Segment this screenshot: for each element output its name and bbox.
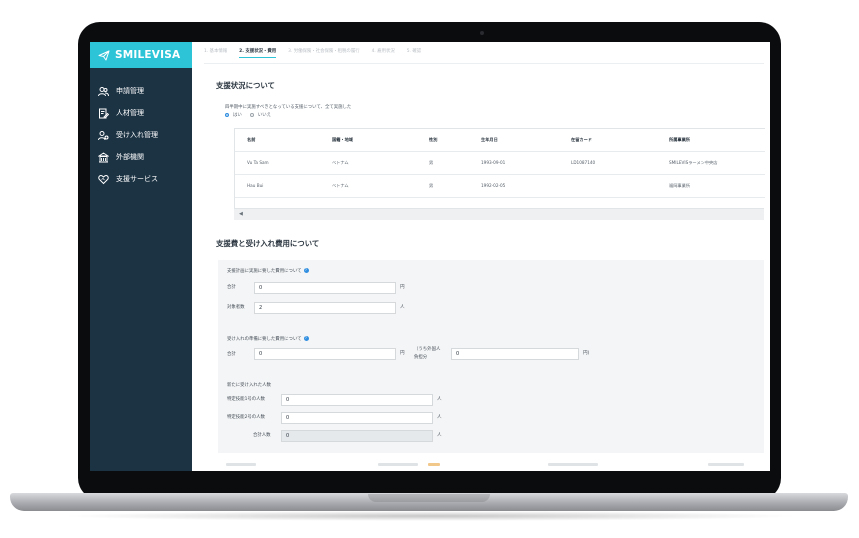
cell-nationality: ベトナム <box>332 183 349 188</box>
cell-birthdate: 1993-09-01 <box>481 160 506 165</box>
col-birthdate: 生年月日 <box>481 137 498 142</box>
sidebar-item-talent[interactable]: 人材管理 <box>90 102 192 124</box>
col-nationality: 国籍・地域 <box>332 137 353 142</box>
target-count-input[interactable]: 2 <box>254 302 396 314</box>
skill2-count-label: 特定技能2号の人数 <box>227 415 265 420</box>
step-tabs: 1. 基本情報 2. 支援状況・費用 3. 労働保険・社会保険・租税の履行 4.… <box>204 48 421 58</box>
acceptance-cost-heading: 受け入れの準備に要した費用について? <box>227 336 309 342</box>
step-insurance-tax[interactable]: 3. 労働保険・社会保険・租税の履行 <box>288 48 359 58</box>
step-employment[interactable]: 4. 雇用状況 <box>372 48 395 58</box>
laptop-shadow <box>60 511 800 521</box>
support-question: 四半期中に実施すべきとなっている支援について、全て実施した <box>225 105 352 110</box>
app-logo[interactable]: SMILEVISA <box>90 42 192 68</box>
cell-name: Hau Bui <box>247 183 264 188</box>
costs-panel: 支援計画に実施に要した費用について? 合計 0 円 対象者数 2 人 受け入れの… <box>218 260 764 453</box>
skill2-count-input[interactable]: 0 <box>281 412 433 424</box>
step-basic-info[interactable]: 1. 基本情報 <box>204 48 227 58</box>
sidebar-item-label: 受け入れ管理 <box>116 131 158 139</box>
support-radio-group: はい いいえ <box>225 112 271 118</box>
cell-birthdate: 1992-02-05 <box>481 183 506 188</box>
sidebar-menu: 申請管理 人材管理 受け入れ管理 外部機関 支援サービス <box>90 68 192 190</box>
foreign-share-label-2: 負担分 <box>414 355 428 360</box>
cell-office: SMILEVISラーメン中央店 <box>669 160 718 165</box>
step-confirm[interactable]: 5. 確認 <box>407 48 421 58</box>
sidebar-item-external[interactable]: 外部機関 <box>90 146 192 168</box>
sidebar-item-label: 人材管理 <box>116 109 144 117</box>
app-name: SMILEVISA <box>115 49 181 61</box>
costs-title: 支援費と受け入れ費用について <box>216 239 320 248</box>
foreign-share-label-1: （うち外国人 <box>414 347 441 352</box>
sidebar: SMILEVISA 申請管理 人材管理 受け入れ管理 外部機関 支援サービス <box>90 42 192 471</box>
acceptance-total-unit: 円 <box>400 351 405 356</box>
foreign-share-input[interactable]: 0 <box>451 348 579 360</box>
target-count-label: 対象者数 <box>227 305 245 310</box>
scroll-left-icon[interactable]: ◀ <box>239 211 243 217</box>
sidebar-item-applications[interactable]: 申請管理 <box>90 80 192 102</box>
support-status-title: 支援状況について <box>216 81 275 90</box>
cell-residence-card: LD1087140 <box>571 160 596 165</box>
skill1-count-label: 特定技能1号の人数 <box>227 397 265 402</box>
skill2-count-unit: 人 <box>437 415 442 420</box>
support-cost-label: 支援計画に実施に要した費用について <box>227 269 302 274</box>
table-horizontal-scrollbar[interactable]: ◀ <box>234 208 764 220</box>
laptop-base-notch <box>368 494 490 502</box>
support-cost-heading: 支援計画に実施に要した費用について? <box>227 268 309 274</box>
acceptance-total-label: 合計 <box>227 352 236 357</box>
user-add-icon <box>98 130 109 141</box>
support-cost-total-unit: 円 <box>400 285 405 290</box>
building-icon <box>98 151 109 163</box>
help-icon[interactable]: ? <box>303 336 309 341</box>
total-count-label: 合計人数 <box>253 433 271 438</box>
support-cost-total-input[interactable]: 0 <box>254 282 396 294</box>
skill1-count-input[interactable]: 0 <box>281 394 433 406</box>
acceptance-total-input[interactable]: 0 <box>254 348 396 360</box>
cell-nationality: ベトナム <box>332 160 349 165</box>
radio-yes[interactable] <box>225 113 229 117</box>
people-icon <box>98 86 109 97</box>
cell-gender: 男 <box>429 160 434 165</box>
paper-plane-icon <box>98 50 110 60</box>
sidebar-item-support-services[interactable]: 支援サービス <box>90 168 192 190</box>
skill1-count-unit: 人 <box>437 397 442 402</box>
sidebar-item-label: 外部機関 <box>116 153 144 161</box>
sidebar-item-label: 支援サービス <box>116 175 158 183</box>
app-screen: SMILEVISA 申請管理 人材管理 受け入れ管理 外部機関 支援サービス 1… <box>90 42 770 471</box>
target-count-unit: 人 <box>400 305 405 310</box>
total-count-input: 0 <box>281 430 433 442</box>
col-office: 所属事業所 <box>669 137 690 142</box>
personnel-table: 名前 国籍・地域 性別 生年月日 在留カード 所属事業所 Vu Ta Sam ベ… <box>234 128 765 219</box>
sidebar-item-acceptance[interactable]: 受け入れ管理 <box>90 124 192 146</box>
radio-no[interactable] <box>249 113 254 117</box>
sidebar-item-label: 申請管理 <box>116 87 144 95</box>
help-icon[interactable]: ? <box>303 268 309 273</box>
step-tabs-divider <box>204 63 764 64</box>
cell-gender: 男 <box>429 183 434 188</box>
heart-handshake-icon <box>98 174 109 185</box>
acceptance-cost-label: 受け入れの準備に要した費用について <box>227 337 302 342</box>
main-content: 1. 基本情報 2. 支援状況・費用 3. 労働保険・社会保険・租税の履行 4.… <box>192 42 770 471</box>
support-cost-total-label: 合計 <box>227 285 236 290</box>
new-accepted-heading: 新たに受け入れた人数 <box>227 383 271 388</box>
table-header-row: 名前 国籍・地域 性別 生年月日 在留カード 所属事業所 <box>235 129 765 152</box>
table-row[interactable]: Hau Bui ベトナム 男 1992-02-05 福岡事業所 <box>235 175 765 198</box>
col-gender: 性別 <box>429 137 438 142</box>
cell-name: Vu Ta Sam <box>247 160 269 165</box>
document-edit-icon <box>98 108 109 119</box>
radio-yes-label: はい <box>233 113 242 118</box>
cell-office: 福岡事業所 <box>669 183 690 188</box>
col-residence-card: 在留カード <box>571 137 592 142</box>
bottom-faint-content <box>218 463 764 466</box>
radio-no-label: いいえ <box>257 113 271 118</box>
foreign-share-unit: 円) <box>583 351 590 356</box>
camera-dot <box>480 31 484 35</box>
col-name: 名前 <box>247 137 256 142</box>
table-row[interactable]: Vu Ta Sam ベトナム 男 1993-09-01 LD1087140 SM… <box>235 152 765 175</box>
step-support-cost[interactable]: 2. 支援状況・費用 <box>239 48 277 58</box>
total-count-unit: 人 <box>437 433 442 438</box>
